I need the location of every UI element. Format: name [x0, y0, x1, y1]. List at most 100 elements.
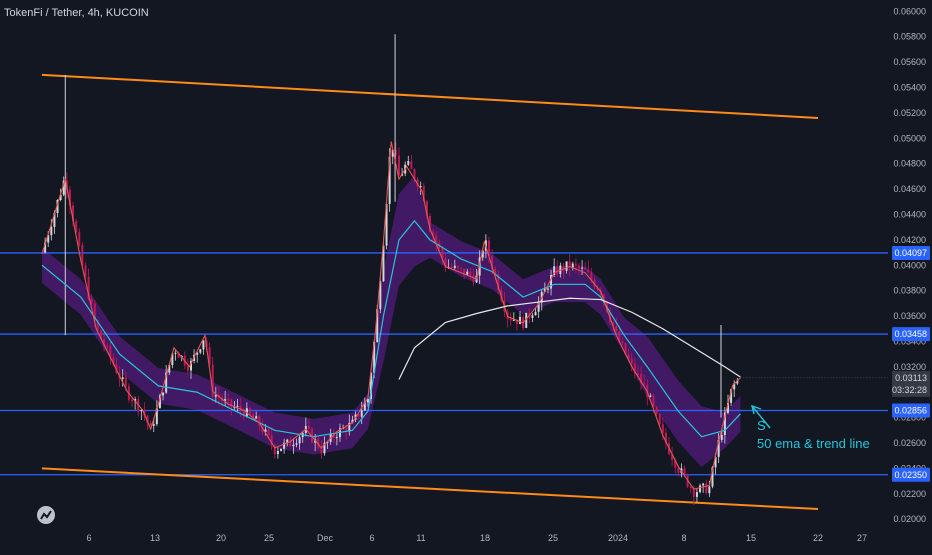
- candle-body: [556, 266, 559, 275]
- candle-body: [565, 261, 568, 271]
- candle-body: [298, 437, 301, 444]
- candle-body: [658, 414, 661, 425]
- y-tick-label: 0.04600: [893, 184, 926, 194]
- candle-body: [702, 483, 705, 486]
- candle-body: [124, 377, 127, 387]
- candle-body: [469, 271, 472, 276]
- candle-body: [655, 406, 658, 415]
- candle-body: [78, 232, 81, 246]
- candle-body: [683, 468, 686, 475]
- x-tick-label: 22: [813, 533, 823, 543]
- candle-body: [661, 424, 664, 433]
- candle-body: [509, 318, 512, 321]
- y-tick-label: 0.04200: [893, 235, 926, 245]
- candle-body: [615, 326, 618, 332]
- candle-body: [571, 263, 574, 268]
- y-tick-label: 0.05400: [893, 83, 926, 93]
- x-tick-label: 27: [857, 533, 867, 543]
- countdown-label: 03:32:28: [892, 385, 927, 395]
- candle-body: [360, 410, 363, 417]
- candle-body: [292, 444, 295, 447]
- y-tick-label: 0.05800: [893, 32, 926, 42]
- candle-body: [295, 443, 298, 445]
- candle-body: [450, 266, 453, 268]
- candle-body: [106, 345, 109, 347]
- candle-body: [531, 315, 534, 318]
- candle-body: [397, 155, 400, 176]
- candle-body: [590, 272, 593, 280]
- candle-body: [546, 288, 549, 290]
- candle-body: [307, 425, 310, 430]
- candle-body: [534, 311, 537, 316]
- x-tick-label: 11: [416, 533, 425, 543]
- candle-body: [236, 405, 239, 407]
- chart-svg: 0.06000 0.05800 0.05600 0.05400 0.05200 0.050…: [0, 0, 932, 550]
- candle-body: [276, 450, 279, 455]
- candle-body: [577, 265, 580, 269]
- y-tick-label: 0.02200: [893, 489, 926, 499]
- candle-body: [584, 267, 587, 270]
- candle-body: [699, 485, 702, 493]
- candle-body: [280, 448, 283, 451]
- y-tick-label: 0.04400: [893, 209, 926, 219]
- x-tick-label: 25: [264, 533, 274, 543]
- candle-body: [407, 161, 410, 165]
- candle-body: [162, 392, 165, 396]
- candle-body: [174, 352, 177, 354]
- y-tick-label: 0.02000: [893, 514, 926, 524]
- candle-body: [227, 399, 230, 401]
- candle-body: [410, 161, 413, 170]
- y-tick-label: 0.02600: [893, 438, 926, 448]
- candle-body: [267, 429, 270, 436]
- x-tick-label: 20: [216, 533, 226, 543]
- candle-body: [90, 298, 93, 304]
- chart-canvas[interactable]: 0.06000 0.05800 0.05600 0.05400 0.05200 0.050…: [0, 0, 932, 550]
- y-tick-label: 0.04800: [893, 159, 926, 169]
- candle-body: [84, 265, 87, 277]
- level-price-label: 0.02350: [894, 470, 927, 480]
- candle-body: [649, 395, 652, 397]
- candle-body: [708, 486, 711, 494]
- y-tick-label: 0.03200: [893, 362, 926, 372]
- annotation-text: S: [757, 418, 766, 433]
- candle-body: [460, 267, 463, 269]
- y-tick-label: 0.03600: [893, 311, 926, 321]
- candle-body: [581, 267, 584, 269]
- candle-body: [335, 437, 338, 439]
- x-tick-label: Dec: [317, 533, 334, 543]
- candle-body: [50, 226, 53, 236]
- x-tick-label: 6: [86, 533, 91, 543]
- y-tick-label: 0.05000: [893, 133, 926, 143]
- x-tick-label: 13: [150, 533, 160, 543]
- current-price-label: 0.03113: [895, 373, 927, 383]
- x-tick-label: 8: [681, 533, 686, 543]
- level-price-label: 0.02856: [894, 406, 927, 416]
- candle-body: [453, 265, 456, 268]
- x-tick-label: 25: [548, 533, 558, 543]
- y-tick-label: 0.03800: [893, 286, 926, 296]
- candle-body: [140, 410, 143, 412]
- candle-body: [705, 483, 708, 494]
- candle-body: [320, 448, 323, 454]
- candle-body: [720, 434, 723, 441]
- x-tick-label: 15: [746, 533, 756, 543]
- x-tick-label: 2024: [608, 533, 628, 543]
- x-tick-label: 18: [480, 533, 490, 543]
- candle-body: [456, 265, 459, 268]
- candle-body: [574, 263, 577, 266]
- tradingview-logo-icon: [36, 505, 56, 530]
- candle-body: [519, 316, 522, 325]
- y-tick-label: 0.05600: [893, 57, 926, 67]
- annotation-text: 50 ema & trend line: [757, 436, 870, 451]
- x-tick-label: 6: [369, 533, 374, 543]
- y-tick-label: 0.06000: [893, 6, 926, 16]
- candle-body: [621, 341, 624, 344]
- candle-body: [152, 424, 155, 426]
- candle-body: [131, 399, 134, 402]
- level-price-label: 0.03458: [894, 329, 927, 339]
- candle-body: [202, 340, 205, 350]
- candle-body: [199, 349, 202, 353]
- candle-body: [630, 358, 633, 364]
- chart-title: TokenFi / Tether, 4h, KUCOIN: [4, 7, 149, 19]
- candle-body: [121, 377, 124, 379]
